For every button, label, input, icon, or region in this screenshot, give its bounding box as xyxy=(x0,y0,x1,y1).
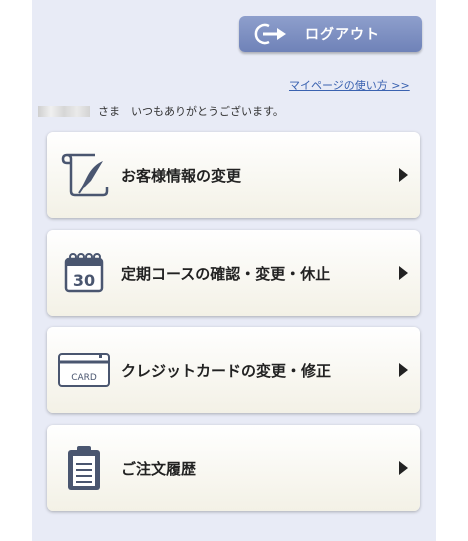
pen-paper-icon xyxy=(55,150,113,200)
menu-subscription[interactable]: 30 定期コースの確認・変更・休止 xyxy=(47,230,420,316)
customer-name-redacted xyxy=(38,105,90,117)
greeting: さま いつもありがとうございます。 xyxy=(38,103,284,119)
logout-icon xyxy=(253,22,289,46)
calendar-day-text: 30 xyxy=(73,271,95,290)
logout-button[interactable]: ログアウト xyxy=(239,16,422,52)
menu-credit-card-label: クレジットカードの変更・修正 xyxy=(121,361,332,380)
chevron-right-icon xyxy=(399,266,408,280)
credit-card-icon: CARD xyxy=(55,345,113,395)
chevron-right-icon xyxy=(399,168,408,182)
menu-order-history[interactable]: ご注文履歴 xyxy=(47,425,420,511)
logout-label: ログアウト xyxy=(305,27,380,43)
clipboard-icon xyxy=(55,443,113,493)
card-icon-text: CARD xyxy=(71,373,97,383)
mypage-howto-link[interactable]: マイページの使い方 >> xyxy=(289,77,410,93)
menu-subscription-label: 定期コースの確認・変更・休止 xyxy=(121,264,331,283)
menu-customer-info[interactable]: お客様情報の変更 xyxy=(47,132,420,218)
chevron-right-icon xyxy=(399,363,408,377)
calendar-30-icon: 30 xyxy=(55,248,113,298)
chevron-right-icon xyxy=(399,461,408,475)
menu-credit-card[interactable]: CARD クレジットカードの変更・修正 xyxy=(47,327,420,413)
greeting-text: さま いつもありがとうございます。 xyxy=(98,105,284,118)
menu-customer-info-label: お客様情報の変更 xyxy=(121,166,242,185)
menu-order-history-label: ご注文履歴 xyxy=(121,459,197,478)
